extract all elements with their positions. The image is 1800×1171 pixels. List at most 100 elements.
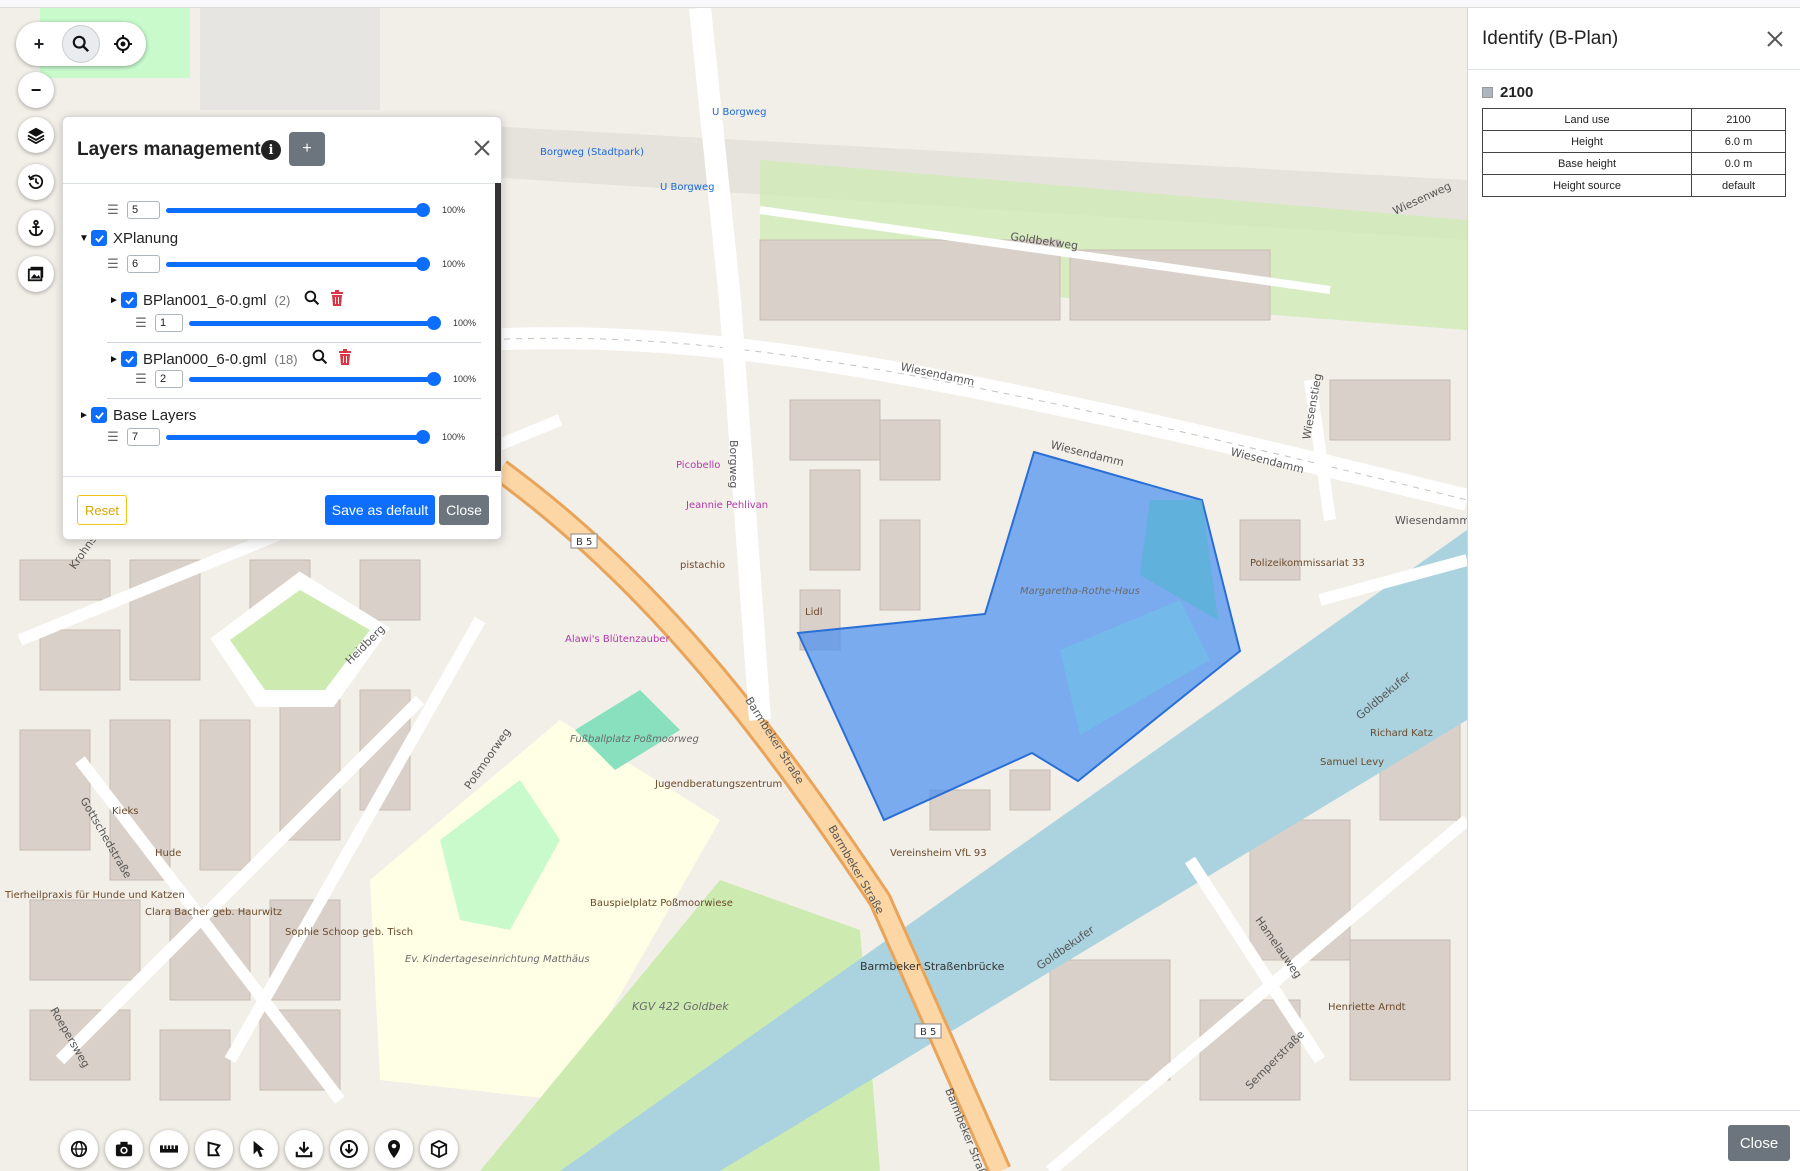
check-icon [94, 411, 104, 420]
opacity-value: 100% [442, 432, 466, 442]
attribute-value: 0.0 m [1691, 152, 1786, 175]
add-layer-label: + [302, 140, 312, 157]
layer-name: BPlan001_6-0.gml [143, 291, 267, 309]
images-button[interactable] [18, 256, 54, 292]
layer-order-input[interactable] [127, 428, 160, 446]
draw-polygon-button[interactable] [195, 1130, 233, 1168]
info-icon[interactable]: i [261, 140, 281, 160]
drag-handle-icon[interactable]: ☰ [107, 429, 119, 445]
layer-order-input[interactable] [127, 255, 160, 273]
history-button[interactable] [18, 164, 54, 200]
opacity-slider-fill [166, 262, 424, 267]
layers-panel-title: Layers management [77, 139, 261, 160]
attribute-table: Land use 2100 Height 6.0 m Base height 0… [1482, 108, 1786, 197]
search-icon [72, 35, 90, 53]
identify-header: Identify (B-Plan) [1468, 8, 1800, 70]
opacity-value: 100% [453, 374, 477, 384]
close-icon [1767, 31, 1783, 47]
layer-order-input[interactable] [127, 201, 160, 219]
locate-button[interactable] [104, 25, 142, 63]
layer-feature-count: (18) [274, 351, 298, 367]
place-marker-button[interactable] [375, 1130, 413, 1168]
map-label-borgweg: Borgweg [727, 440, 740, 488]
layer-feature-count: (2) [274, 292, 291, 308]
cube-icon [430, 1140, 448, 1158]
opacity-slider-fill [189, 377, 435, 382]
identify-footer-divider [1468, 1110, 1800, 1111]
layers-management-panel: Layers management i + ☰ 100% ▼ XPlanung … [62, 116, 503, 540]
delete-layer-button[interactable] [330, 289, 344, 311]
opacity-slider[interactable] [166, 201, 430, 219]
save-as-default-label: Save as default [331, 502, 429, 518]
globe-icon [70, 1140, 88, 1158]
add-layer-button[interactable]: + [289, 132, 325, 166]
map-label-sophie: Sophie Schoop geb. Tisch [285, 927, 413, 938]
divider [107, 398, 481, 399]
layer-order-input[interactable] [155, 370, 183, 388]
search-icon [304, 290, 320, 305]
check-icon [124, 296, 134, 305]
trash-icon [338, 348, 351, 365]
layer-order-input[interactable] [155, 314, 183, 332]
attribute-value: 2100 [1691, 108, 1786, 131]
attribute-value: 6.0 m [1691, 130, 1786, 153]
opacity-slider-thumb [416, 430, 430, 444]
layer-checkbox[interactable] [121, 292, 137, 308]
table-row: Height source default [1482, 174, 1786, 197]
circle-download-icon [340, 1140, 358, 1158]
table-row: Land use 2100 [1482, 108, 1786, 131]
search-button[interactable] [62, 25, 100, 63]
drag-handle-icon[interactable]: ☰ [107, 202, 119, 218]
zoom-out-button[interactable]: − [18, 72, 54, 108]
layers-scrollbar[interactable] [495, 183, 501, 471]
feature-heading: 2100 [1482, 84, 1533, 101]
layers-panel-close-button[interactable] [469, 135, 495, 161]
layer-controls-row: ☰ 100% [107, 424, 465, 450]
zoom-in-button[interactable]: + [20, 25, 58, 63]
select-button[interactable] [240, 1130, 278, 1168]
globe-button[interactable] [60, 1130, 98, 1168]
measure-button[interactable] [150, 1130, 188, 1168]
pointer-icon [253, 1140, 265, 1158]
opacity-slider[interactable] [166, 428, 430, 446]
drag-handle-icon[interactable]: ☰ [107, 256, 119, 272]
ruler-icon [160, 1145, 178, 1153]
identify-close-x-button[interactable] [1764, 28, 1786, 50]
save-as-default-button[interactable]: Save as default [325, 495, 435, 525]
expand-triangle-icon[interactable]: ► [77, 410, 91, 421]
layer-checkbox[interactable] [91, 230, 107, 246]
expand-triangle-icon[interactable]: ► [107, 295, 121, 306]
layer-checkbox[interactable] [91, 407, 107, 423]
layer-group-xplanung: ▼ XPlanung [77, 225, 178, 251]
import-button[interactable] [330, 1130, 368, 1168]
attribute-key: Height [1482, 130, 1692, 153]
map-label-richard: Richard Katz [1370, 728, 1433, 739]
download-button[interactable] [285, 1130, 323, 1168]
b5-shield-2: B 5 [920, 1027, 936, 1038]
opacity-slider[interactable] [189, 370, 441, 388]
map-label-hude: Hude [155, 848, 181, 859]
layers-close-button[interactable]: Close [439, 495, 489, 525]
drag-handle-icon[interactable]: ☰ [135, 315, 147, 331]
opacity-slider[interactable] [166, 255, 430, 273]
opacity-slider-thumb [416, 203, 430, 217]
check-icon [124, 355, 134, 364]
identify-close-button[interactable]: Close [1728, 1125, 1790, 1161]
map-label-bauspielplatz: Bauspielplatz Poßmoorwiese [590, 898, 733, 909]
layer-checkbox[interactable] [121, 351, 137, 367]
layer-name: XPlanung [113, 229, 179, 247]
expand-triangle-icon[interactable]: ► [107, 354, 121, 365]
collapse-triangle-icon[interactable]: ▼ [77, 233, 91, 244]
opacity-slider[interactable] [189, 314, 441, 332]
anchor-button[interactable] [18, 210, 54, 246]
3d-object-button[interactable] [420, 1130, 458, 1168]
screenshot-button[interactable] [105, 1130, 143, 1168]
layer-controls-row: ☰ 100% [135, 366, 476, 392]
svg-text:B 5: B 5 [576, 537, 592, 548]
drag-handle-icon[interactable]: ☰ [135, 371, 147, 387]
opacity-slider-thumb [427, 372, 441, 386]
layers-button[interactable] [18, 117, 54, 153]
layer-name: BPlan000_6-0.gml [143, 350, 267, 368]
zoom-to-layer-button[interactable] [304, 290, 320, 311]
reset-button[interactable]: Reset [77, 495, 127, 525]
